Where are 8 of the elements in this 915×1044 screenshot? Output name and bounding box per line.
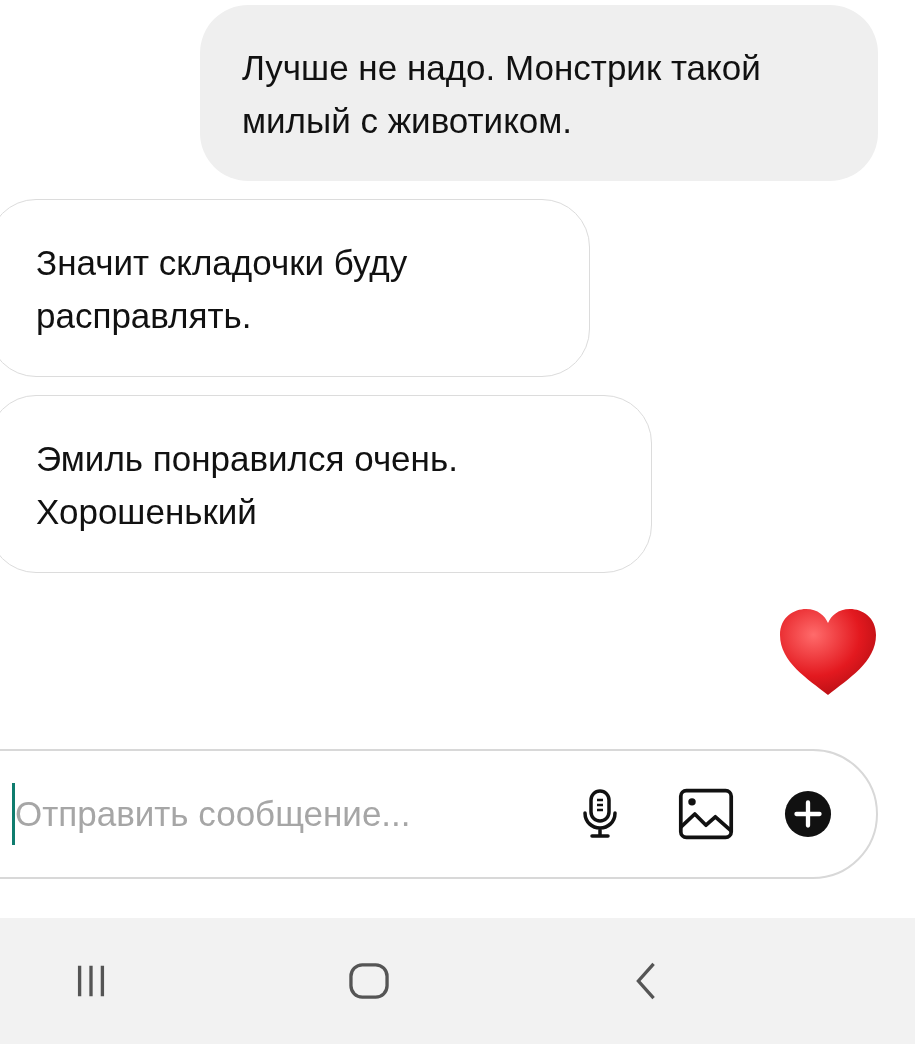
heart-icon [778, 607, 878, 697]
message-bubble: Значит складочки буду расправлять. [0, 199, 590, 377]
message-bubble: Лучше не надо. Монстрик такой милый с животиком. [200, 5, 878, 181]
image-icon[interactable] [678, 787, 734, 841]
microphone-icon[interactable] [580, 789, 620, 839]
home-icon[interactable] [346, 962, 391, 1000]
add-icon[interactable] [784, 790, 832, 838]
message-bubble: Эмиль понравился очень. Хорошенький [0, 395, 652, 573]
